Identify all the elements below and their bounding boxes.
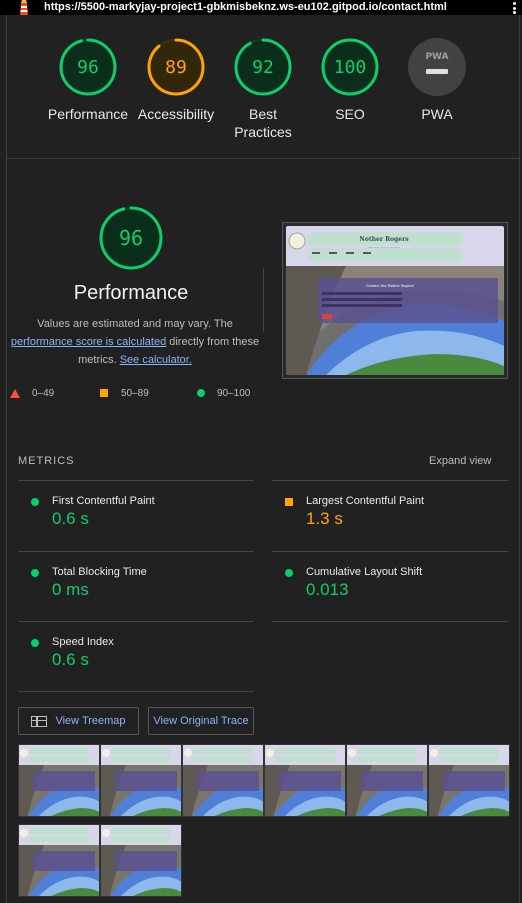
filmstrip-frame (18, 824, 100, 897)
divider (272, 621, 508, 622)
metric-value: 0.6 s (52, 650, 89, 669)
screenshot-scene: Nother Rogers "Your local co-guide" Cont… (286, 226, 504, 375)
gauge-label: Accessibility (137, 106, 215, 122)
triangle-icon (10, 388, 20, 398)
metric-name: Largest Contentful Paint (306, 495, 425, 507)
square-icon (100, 389, 108, 397)
view-trace-label: View Original Trace (153, 715, 249, 727)
view-original-trace-button[interactable]: View Original Trace (148, 707, 254, 735)
pass-dot-icon (285, 569, 293, 577)
gauge-label: Performance (47, 106, 129, 122)
metric-value: 0.6 s (52, 509, 89, 528)
site-title: Nother Rogers (359, 236, 409, 243)
circle-icon (197, 389, 205, 397)
score-ring: 100 (321, 38, 379, 96)
see-calculator-link[interactable]: See calculator. (120, 354, 192, 366)
vertical-separator (263, 268, 264, 332)
summary-gauges: 96 Performance 89 Accessibility 92 Best … (0, 37, 522, 147)
divider (272, 480, 508, 481)
filmstrip-frame (100, 744, 182, 817)
filmstrip-frame (428, 744, 510, 817)
metric-name: Total Blocking Time (52, 566, 147, 578)
divider (6, 158, 520, 159)
metric-name: Speed Index (52, 636, 114, 648)
legend-average-label: 50–89 (121, 387, 149, 399)
divider (18, 621, 254, 622)
legend-pass-label: 90–100 (217, 387, 251, 399)
pass-dot-icon (31, 639, 39, 647)
pwa-icon: PWA (408, 38, 466, 96)
legend-pass: 90–100 (197, 386, 250, 400)
final-screenshot[interactable]: Nother Rogers "Your local co-guide" Cont… (282, 222, 508, 379)
metric-value: 0.013 (306, 580, 349, 599)
metrics-heading: METRICS (18, 455, 75, 467)
filmstrip-frame (100, 824, 182, 897)
performance-description: Values are estimated and may vary. The p… (8, 315, 262, 369)
filmstrip-frame (182, 744, 264, 817)
gauge-label: Best Practices (234, 106, 292, 140)
expand-view-toggle[interactable]: Expand view (429, 455, 491, 467)
kebab-menu-icon[interactable] (512, 2, 516, 14)
performance-title: Performance (73, 282, 189, 304)
gauge-score: 100 (334, 57, 367, 78)
pwa-badge-text: PWA (425, 52, 448, 62)
performance-score: 96 (119, 226, 143, 250)
form-heading: Contact the Mother Rogers! (366, 284, 415, 288)
legend-fail: 0–49 (10, 386, 54, 400)
legend-average: 50–89 (100, 386, 149, 400)
score-ring: 92 (234, 38, 292, 96)
pass-dot-icon (31, 569, 39, 577)
gauge-performance[interactable]: 96 Performance (43, 37, 133, 123)
gauge-pwa[interactable]: PWA PWA (392, 37, 482, 123)
lighthouse-icon (20, 0, 28, 15)
view-treemap-button[interactable]: View Treemap (18, 707, 139, 735)
divider (18, 551, 254, 552)
metric-name: First Contentful Paint (52, 495, 155, 507)
score-ring: 96 (59, 38, 117, 96)
gauge-best-practices[interactable]: 92 Best Practices (218, 37, 308, 141)
gauge-score: 89 (165, 57, 187, 78)
view-treemap-label: View Treemap (55, 715, 126, 727)
gauge-label: PWA (421, 106, 453, 122)
filmstrip-frame (18, 744, 100, 817)
divider (18, 691, 254, 692)
divider (18, 480, 254, 481)
performance-score-link[interactable]: performance score is calculated (11, 336, 166, 348)
divider (272, 551, 508, 552)
score-ring: 89 (147, 38, 205, 96)
gauge-accessibility[interactable]: 89 Accessibility (131, 37, 221, 123)
metric-name: Cumulative Layout Shift (306, 566, 423, 578)
performance-gauge: 96 (99, 206, 163, 270)
gauge-score: 96 (77, 57, 99, 78)
gauge-seo[interactable]: 100 SEO (305, 37, 395, 123)
legend-fail-label: 0–49 (32, 387, 55, 399)
frame-border-left (6, 15, 7, 903)
gauge-label: SEO (335, 106, 365, 122)
metric-value: 0 ms (52, 580, 89, 599)
average-square-icon (285, 498, 293, 506)
filmstrip-frame (346, 744, 428, 817)
pass-dot-icon (31, 498, 39, 506)
url-bar: https://5500-markyjay-project1-gbkmisbek… (0, 0, 522, 15)
treemap-icon (31, 715, 48, 727)
metric-value: 1.3 s (306, 509, 343, 528)
screenshot-image: Nother Rogers "Your local co-guide" Cont… (286, 226, 504, 375)
page-url[interactable]: https://5500-markyjay-project1-gbkmisbek… (44, 0, 447, 15)
gauge-score: 92 (252, 57, 274, 78)
description-text: Values are estimated and may vary. The (37, 318, 233, 330)
filmstrip-frame (264, 744, 346, 817)
filmstrip (18, 744, 520, 899)
